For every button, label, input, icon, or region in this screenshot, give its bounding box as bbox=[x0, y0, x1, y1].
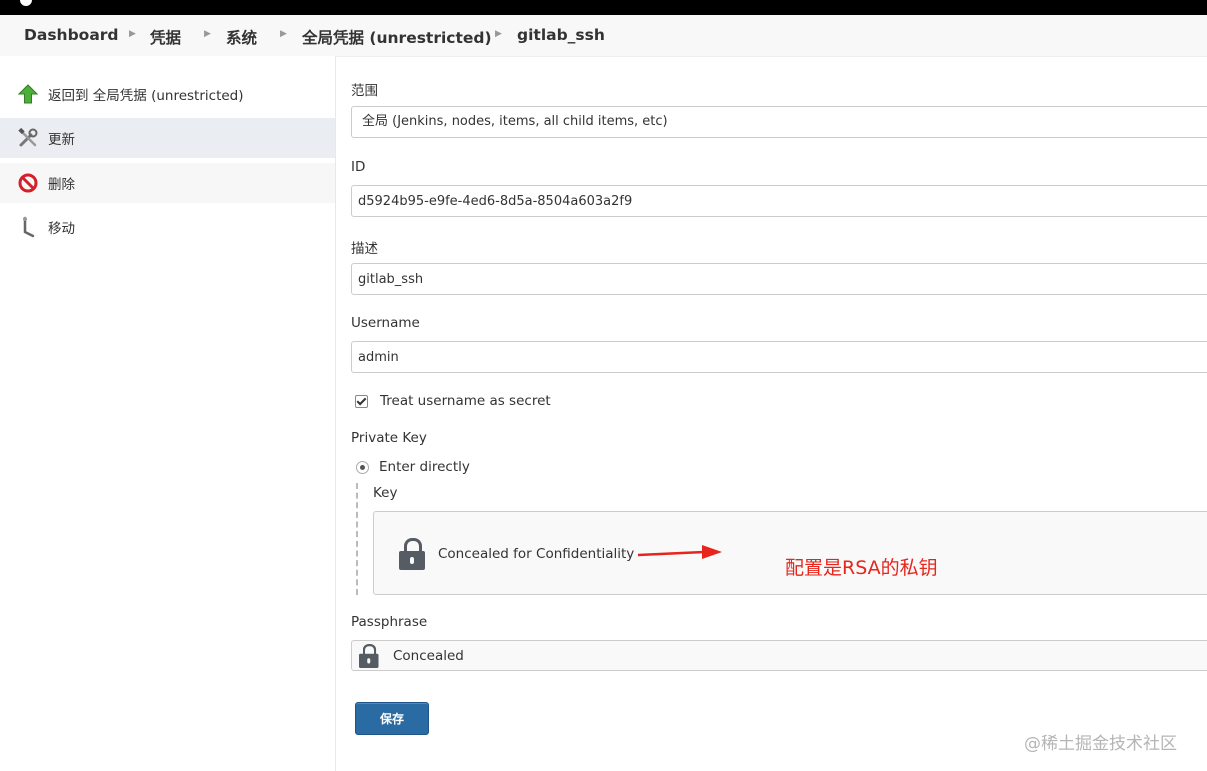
move-icon bbox=[17, 216, 39, 238]
sidebar-item-move[interactable]: 移动 bbox=[0, 207, 335, 247]
key-label: Key bbox=[373, 485, 398, 501]
treat-username-secret-label: Treat username as secret bbox=[380, 393, 551, 409]
breadcrumb-item-gitlab-ssh[interactable]: gitlab_ssh bbox=[517, 26, 605, 44]
treat-username-secret-checkbox[interactable] bbox=[355, 394, 368, 408]
description-label: 描述 bbox=[351, 241, 378, 257]
sidebar-item-label: 更新 bbox=[48, 132, 75, 148]
description-field[interactable] bbox=[351, 263, 1207, 295]
lock-icon bbox=[399, 538, 425, 570]
annotation-arrow-icon bbox=[638, 545, 722, 559]
passphrase-label: Passphrase bbox=[351, 614, 428, 630]
credential-form: 范围 全局 (Jenkins, nodes, items, all child … bbox=[336, 56, 1207, 771]
watermark: @稀土掘金技术社区 bbox=[1024, 734, 1177, 754]
jenkins-logo[interactable] bbox=[20, 0, 32, 6]
key-concealed-text: Concealed for Confidentiality bbox=[438, 546, 635, 562]
breadcrumb-item-system[interactable]: 系统 bbox=[226, 26, 257, 48]
breadcrumb-separator-icon: ▶ bbox=[495, 29, 502, 39]
id-field[interactable] bbox=[351, 185, 1207, 217]
private-key-label: Private Key bbox=[351, 430, 427, 446]
breadcrumb-item-global-credentials[interactable]: 全局凭据 (unrestricted) bbox=[302, 26, 492, 48]
sidebar-item-delete[interactable]: 删除 bbox=[0, 163, 335, 203]
annotation-text: 配置是RSA的私钥 bbox=[785, 557, 938, 579]
username-field[interactable] bbox=[351, 341, 1207, 373]
treat-username-secret-row: Treat username as secret bbox=[355, 393, 551, 409]
breadcrumb-item-dashboard[interactable]: Dashboard bbox=[24, 26, 119, 44]
up-arrow-icon bbox=[17, 83, 39, 105]
sidebar: 返回到 全局凭据 (unrestricted) 更新 删除 移动 bbox=[0, 56, 336, 771]
enter-directly-label: Enter directly bbox=[379, 459, 470, 475]
breadcrumb-separator-icon: ▶ bbox=[129, 29, 136, 39]
breadcrumb: Dashboard ▶ 凭据 ▶ 系统 ▶ 全局凭据 (unrestricted… bbox=[0, 15, 1207, 57]
save-button[interactable]: 保存 bbox=[355, 702, 429, 735]
scope-select[interactable]: 全局 (Jenkins, nodes, items, all child ite… bbox=[351, 106, 1207, 138]
id-label: ID bbox=[351, 159, 366, 175]
sidebar-item-label: 删除 bbox=[48, 177, 75, 193]
tools-icon bbox=[17, 127, 39, 149]
username-label: Username bbox=[351, 315, 420, 331]
top-header-bar bbox=[0, 0, 1207, 15]
nested-section-divider bbox=[356, 483, 358, 595]
sidebar-item-back[interactable]: 返回到 全局凭据 (unrestricted) bbox=[0, 74, 335, 114]
enter-directly-radio[interactable] bbox=[356, 460, 369, 474]
no-entry-icon bbox=[17, 172, 39, 194]
passphrase-concealed-field[interactable]: Concealed bbox=[351, 640, 1207, 671]
breadcrumb-item-credentials[interactable]: 凭据 bbox=[150, 26, 181, 48]
scope-label: 范围 bbox=[351, 83, 378, 99]
passphrase-concealed-text: Concealed bbox=[393, 648, 464, 664]
breadcrumb-separator-icon: ▶ bbox=[204, 29, 211, 39]
sidebar-item-label: 返回到 全局凭据 (unrestricted) bbox=[48, 88, 244, 104]
breadcrumb-separator-icon: ▶ bbox=[280, 29, 287, 39]
sidebar-item-update[interactable]: 更新 bbox=[0, 118, 335, 158]
enter-directly-row: Enter directly bbox=[356, 459, 470, 475]
sidebar-item-label: 移动 bbox=[48, 221, 75, 237]
lock-icon bbox=[359, 644, 379, 668]
